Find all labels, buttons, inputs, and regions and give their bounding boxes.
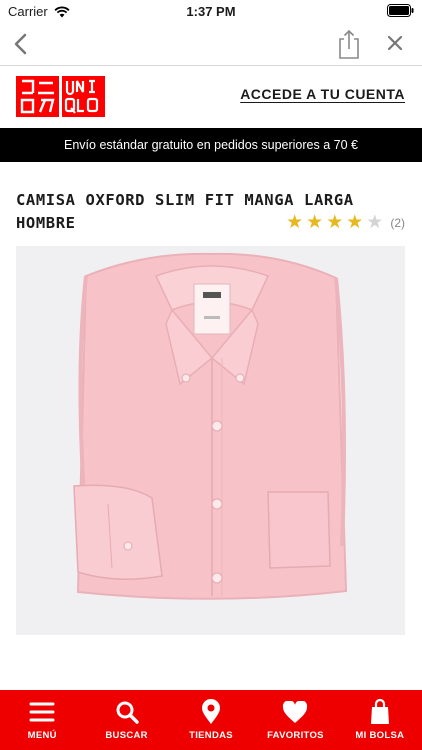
tab-bag[interactable]: MI BOLSA: [338, 690, 422, 750]
product-image[interactable]: [16, 246, 405, 635]
review-count: (2): [390, 215, 405, 230]
tab-favorites[interactable]: FAVORITOS: [253, 690, 337, 750]
star-icon: ★: [306, 212, 324, 233]
search-icon: [114, 699, 140, 725]
status-time: 1:37 PM: [186, 4, 236, 19]
shopping-bag-icon: [367, 699, 393, 725]
logo-latin: [62, 76, 105, 117]
logo-latin-glyphs: [64, 79, 99, 114]
tab-label: MENÚ: [27, 730, 57, 741]
back-button[interactable]: [10, 32, 34, 56]
share-icon: [339, 29, 359, 59]
tab-label: MI BOLSA: [355, 730, 405, 741]
uniqlo-logo[interactable]: [16, 76, 106, 117]
tab-label: TIENDAS: [189, 730, 233, 741]
share-button[interactable]: [336, 28, 362, 60]
heart-icon: [282, 699, 308, 725]
account-link[interactable]: ACCEDE A TU CUENTA: [240, 86, 405, 102]
tab-stores[interactable]: TIENDAS: [169, 690, 253, 750]
nav-bar: [0, 22, 422, 66]
battery-icon: [387, 4, 414, 20]
menu-icon: [29, 699, 55, 725]
bottom-tab-bar: MENÚ BUSCAR TIENDAS FAVORITOS MI BOLSA: [0, 690, 422, 750]
tab-search[interactable]: BUSCAR: [84, 690, 168, 750]
location-pin-icon: [198, 699, 224, 725]
brand-header: ACCEDE A TU CUENTA: [0, 67, 422, 127]
star-icon: ★: [346, 212, 364, 233]
pink-oxford-shirt-image: [73, 252, 348, 600]
tab-label: BUSCAR: [105, 730, 148, 741]
star-icon: ★: [366, 212, 384, 233]
close-icon: [387, 35, 403, 51]
tab-label: FAVORITOS: [267, 730, 324, 741]
star-icon: ★: [286, 212, 304, 233]
logo-katakana-glyphs: [20, 79, 55, 114]
chevron-left-icon: [14, 33, 27, 55]
close-button[interactable]: [385, 33, 405, 53]
product-rating[interactable]: ★ ★ ★ ★ ★ (2): [286, 213, 405, 232]
promo-banner: Envío estándar gratuito en pedidos super…: [0, 128, 422, 162]
product-title-line1: CAMISA OXFORD SLIM FIT MANGA LARGA: [16, 191, 354, 209]
tab-menu[interactable]: MENÚ: [0, 690, 84, 750]
star-icon: ★: [326, 212, 344, 233]
status-bar: Carrier 1:37 PM: [0, 0, 422, 22]
logo-katakana: [16, 76, 59, 117]
